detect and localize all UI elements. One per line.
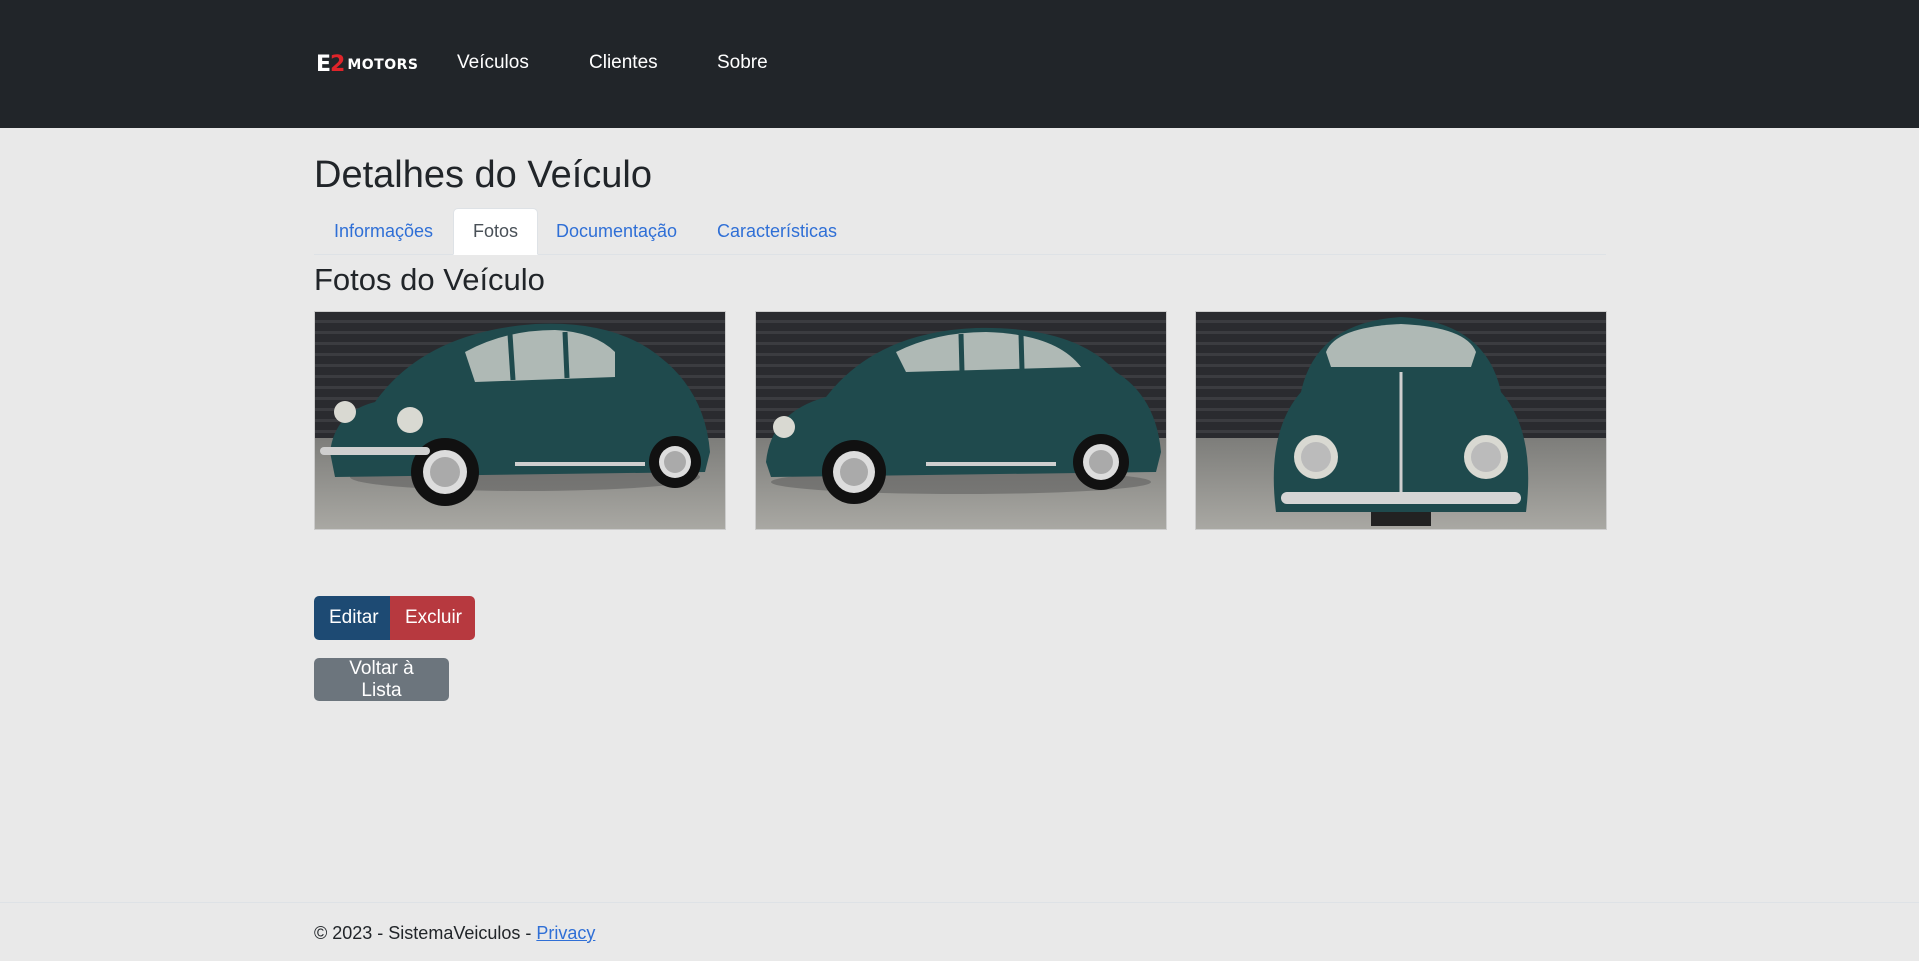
edit-button[interactable]: Editar [314,596,390,640]
footer-text: © 2023 - SistemaVeiculos - Privacy [314,923,595,944]
nav-link-sobre[interactable]: Sobre [717,52,768,74]
page-footer: © 2023 - SistemaVeiculos - Privacy [0,902,1919,961]
tab-informacoes[interactable]: Informações [314,208,453,255]
tab-documentacao[interactable]: Documentação [536,208,697,255]
top-navbar: E 2 MOTORS Veículos Clientes Sobre [0,0,1919,128]
car-image [1273,317,1529,526]
footer-copyright: © 2023 - SistemaVeiculos - [314,923,537,943]
tab-fotos[interactable]: Fotos [453,208,539,255]
page-title: Detalhes do Veículo [314,154,653,196]
brand-number: 2 [330,52,346,77]
delete-button[interactable]: Excluir [390,596,475,640]
brand-letter: E [316,52,331,77]
nav-link-clientes[interactable]: Clientes [589,52,658,74]
vehicle-photo-2[interactable] [755,311,1167,530]
brand-logo[interactable]: E 2 MOTORS [316,52,419,77]
tab-caracteristicas[interactable]: Características [697,208,857,255]
brand-word: MOTORS [347,56,419,73]
section-title: Fotos do Veículo [314,262,545,297]
vehicle-photo-1[interactable] [314,311,726,530]
vehicle-photo-3[interactable] [1195,311,1607,530]
nav-link-veiculos[interactable]: Veículos [457,52,529,74]
back-to-list-button[interactable]: Voltar à Lista [314,658,449,701]
privacy-link[interactable]: Privacy [536,923,595,943]
detail-tabs: Informações Fotos Documentação Caracterí… [314,208,1606,255]
car-image [766,327,1161,504]
car-image [320,323,710,506]
